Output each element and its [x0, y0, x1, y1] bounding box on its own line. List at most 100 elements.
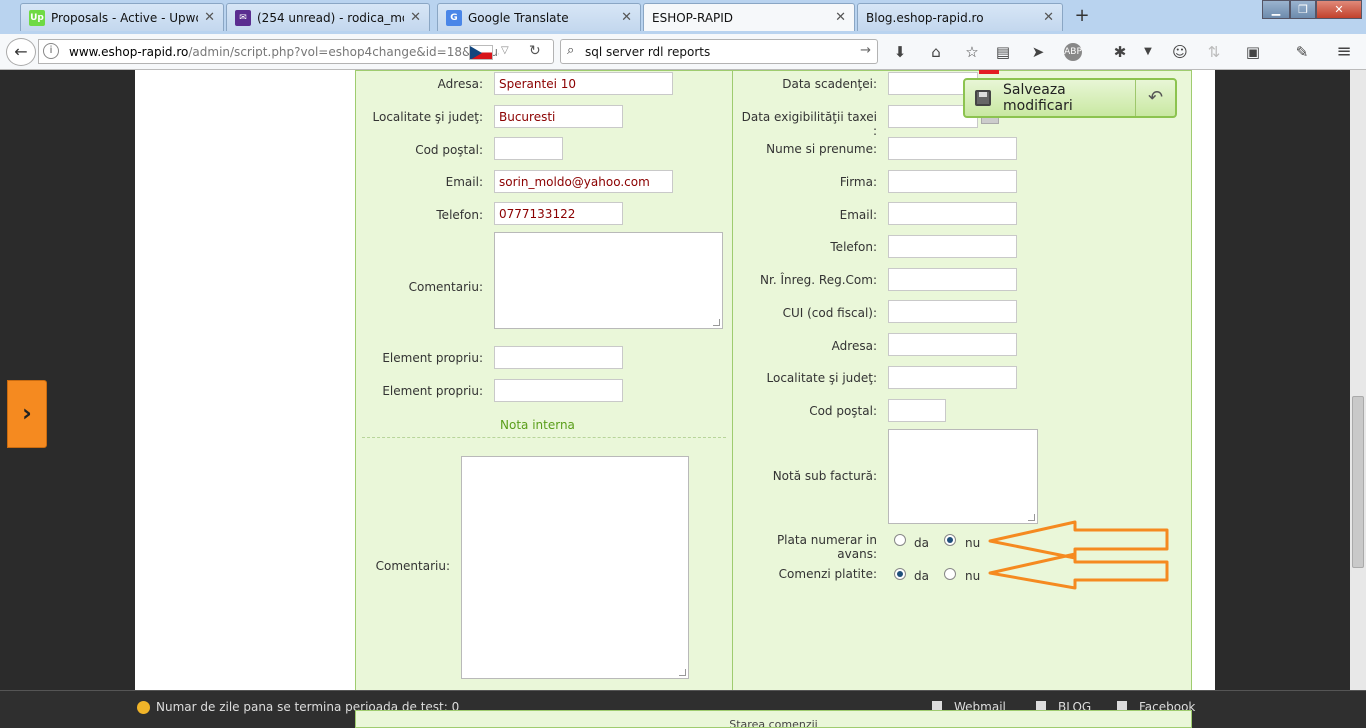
screenshot-icon[interactable]: ▣	[1243, 42, 1263, 62]
dropdown-arrow-icon[interactable]: ▽	[501, 45, 509, 56]
reload-icon[interactable]: ↻	[529, 43, 541, 59]
dropdown-icon[interactable]: ▼	[1138, 42, 1158, 62]
back-button[interactable]: ←	[6, 38, 36, 66]
url-domain: www.eshop-rapid.ro	[69, 45, 189, 59]
starea-comenzii-section: Starea comenzii	[355, 710, 1192, 728]
close-icon[interactable]: ✕	[410, 10, 421, 25]
tab-title: Blog.eshop-rapid.ro	[866, 10, 984, 25]
search-box[interactable]: ⌕ sql server rdl reports →	[560, 39, 878, 64]
close-window-button[interactable]: ✕	[1316, 0, 1362, 19]
element-propriu-input-2[interactable]	[494, 379, 623, 402]
undo-icon[interactable]: ↶	[1135, 80, 1175, 116]
url-path: /admin/script.php?vol=eshop4change&id=18…	[188, 45, 499, 59]
telefon-input[interactable]: 0777133122	[494, 202, 623, 225]
nume-input[interactable]	[888, 137, 1017, 160]
extension-icon[interactable]: ✱	[1110, 42, 1130, 62]
vertical-scrollbar[interactable]	[1350, 70, 1366, 690]
plata-avans-da-label: da	[914, 536, 929, 550]
side-panel-toggle[interactable]: ›	[7, 380, 47, 448]
clock-icon	[137, 700, 150, 714]
adblock-icon[interactable]: ABP	[1064, 43, 1082, 61]
plata-avans-da-radio[interactable]	[894, 534, 906, 546]
search-go-icon[interactable]: →	[860, 43, 871, 58]
tab-mail[interactable]: ✉ (254 unread) - rodica_mold... ✕	[226, 3, 430, 31]
tab-title: Google Translate	[468, 10, 569, 25]
plata-avans-nu-label: nu	[965, 536, 981, 550]
dashed-divider	[362, 437, 726, 438]
url-text: www.eshop-rapid.ro/admin/script.php?vol=…	[69, 45, 499, 59]
email-input[interactable]: sorin_moldo@yahoo.com	[494, 170, 673, 193]
maximize-button[interactable]: ❐	[1290, 0, 1316, 19]
tab-google-translate[interactable]: G Google Translate ✕	[437, 3, 641, 31]
nota-interna-heading: Nota interna	[500, 418, 575, 432]
minimize-button[interactable]: ▁	[1262, 0, 1290, 19]
notes-icon[interactable]: ✎	[1292, 42, 1312, 62]
cui-input[interactable]	[888, 300, 1017, 323]
browser-tab-bar: Up Proposals - Active - Upwork ✕ ✉ (254 …	[0, 0, 1366, 34]
scrollbar-thumb[interactable]	[1352, 396, 1364, 568]
email-facturare-input[interactable]	[888, 202, 1017, 225]
firma-input[interactable]	[888, 170, 1017, 193]
comentariu-textarea[interactable]	[494, 232, 723, 329]
localitate-facturare-label: Localitate şi judeţ:	[766, 371, 877, 385]
adresa-label: Adresa:	[437, 77, 483, 91]
comenzi-platite-da-radio[interactable]	[894, 568, 906, 580]
close-icon[interactable]: ✕	[621, 10, 632, 25]
arrow-shape-2	[988, 552, 1169, 590]
download-icon[interactable]: ⬇	[890, 42, 910, 62]
save-changes-button[interactable]: Salveaza modificari ↶	[963, 78, 1177, 118]
close-icon[interactable]: ✕	[1043, 10, 1054, 25]
tab-eshop-rapid[interactable]: ESHOP-RAPID ✕	[643, 3, 855, 31]
comenzi-platite-label: Comenzi platite:	[778, 567, 877, 581]
address-bar[interactable]: i www.eshop-rapid.ro/admin/script.php?vo…	[38, 39, 554, 64]
data-exigibilitatii-label: Data exigibilităţii taxei :	[741, 110, 877, 138]
arrow-shape-1	[988, 520, 1169, 560]
reading-list-icon[interactable]: ▤	[993, 42, 1013, 62]
floppy-disk-icon	[975, 90, 991, 106]
tab-title: (254 unread) - rodica_mold...	[257, 10, 404, 25]
nr-reg-com-input[interactable]	[888, 268, 1017, 291]
google-translate-icon: G	[446, 9, 462, 26]
starea-comenzii-heading: Starea comenzii	[729, 718, 818, 728]
codpostal-facturare-input[interactable]	[888, 399, 946, 422]
element-propriu-label-2: Element propriu:	[382, 384, 483, 398]
close-icon[interactable]: ✕	[835, 10, 846, 25]
comentariu-label: Comentariu:	[408, 280, 483, 294]
info-icon[interactable]: i	[43, 43, 59, 59]
codpostal-input[interactable]	[494, 137, 563, 160]
adresa-input[interactable]: Sperantei 10	[494, 72, 673, 95]
email-facturare-label: Email:	[839, 208, 877, 222]
close-icon[interactable]: ✕	[204, 10, 215, 25]
menu-icon[interactable]: ≡	[1334, 42, 1354, 62]
localitate-input[interactable]: Bucuresti	[494, 105, 623, 128]
comenzi-platite-nu-label: nu	[965, 569, 981, 583]
error-marker	[979, 70, 999, 74]
telefon-label: Telefon:	[436, 208, 483, 222]
tab-upwork[interactable]: Up Proposals - Active - Upwork ✕	[20, 3, 224, 31]
home-icon[interactable]: ⌂	[926, 42, 946, 62]
smiley-icon[interactable]: ☺	[1170, 42, 1190, 62]
element-propriu-input-1[interactable]	[494, 346, 623, 369]
column-divider	[732, 70, 733, 690]
upwork-icon: Up	[29, 9, 45, 26]
tab-blog[interactable]: Blog.eshop-rapid.ro ✕	[857, 3, 1063, 31]
bookmark-star-icon[interactable]: ☆	[962, 42, 982, 62]
plata-avans-label: Plata numerar in avans:	[776, 533, 877, 561]
sync-icon[interactable]: ⇅	[1204, 42, 1224, 62]
nota-factura-textarea[interactable]	[888, 429, 1038, 524]
new-tab-button[interactable]: +	[1070, 6, 1094, 28]
tab-title: ESHOP-RAPID	[652, 10, 734, 25]
localitate-facturare-input[interactable]	[888, 366, 1017, 389]
telefon-facturare-label: Telefon:	[830, 240, 877, 254]
czech-flag-icon[interactable]	[469, 45, 493, 60]
nota-factura-label: Notă sub factură:	[772, 469, 877, 483]
adresa-facturare-input[interactable]	[888, 333, 1017, 356]
nota-interna-textarea[interactable]	[461, 456, 689, 679]
plata-avans-nu-radio[interactable]	[944, 534, 956, 546]
send-icon[interactable]: ➤	[1028, 42, 1048, 62]
comenzi-platite-nu-radio[interactable]	[944, 568, 956, 580]
email-label: Email:	[445, 175, 483, 189]
browser-nav-bar: ← i www.eshop-rapid.ro/admin/script.php?…	[0, 34, 1366, 70]
search-input[interactable]: sql server rdl reports	[585, 45, 710, 59]
telefon-facturare-input[interactable]	[888, 235, 1017, 258]
